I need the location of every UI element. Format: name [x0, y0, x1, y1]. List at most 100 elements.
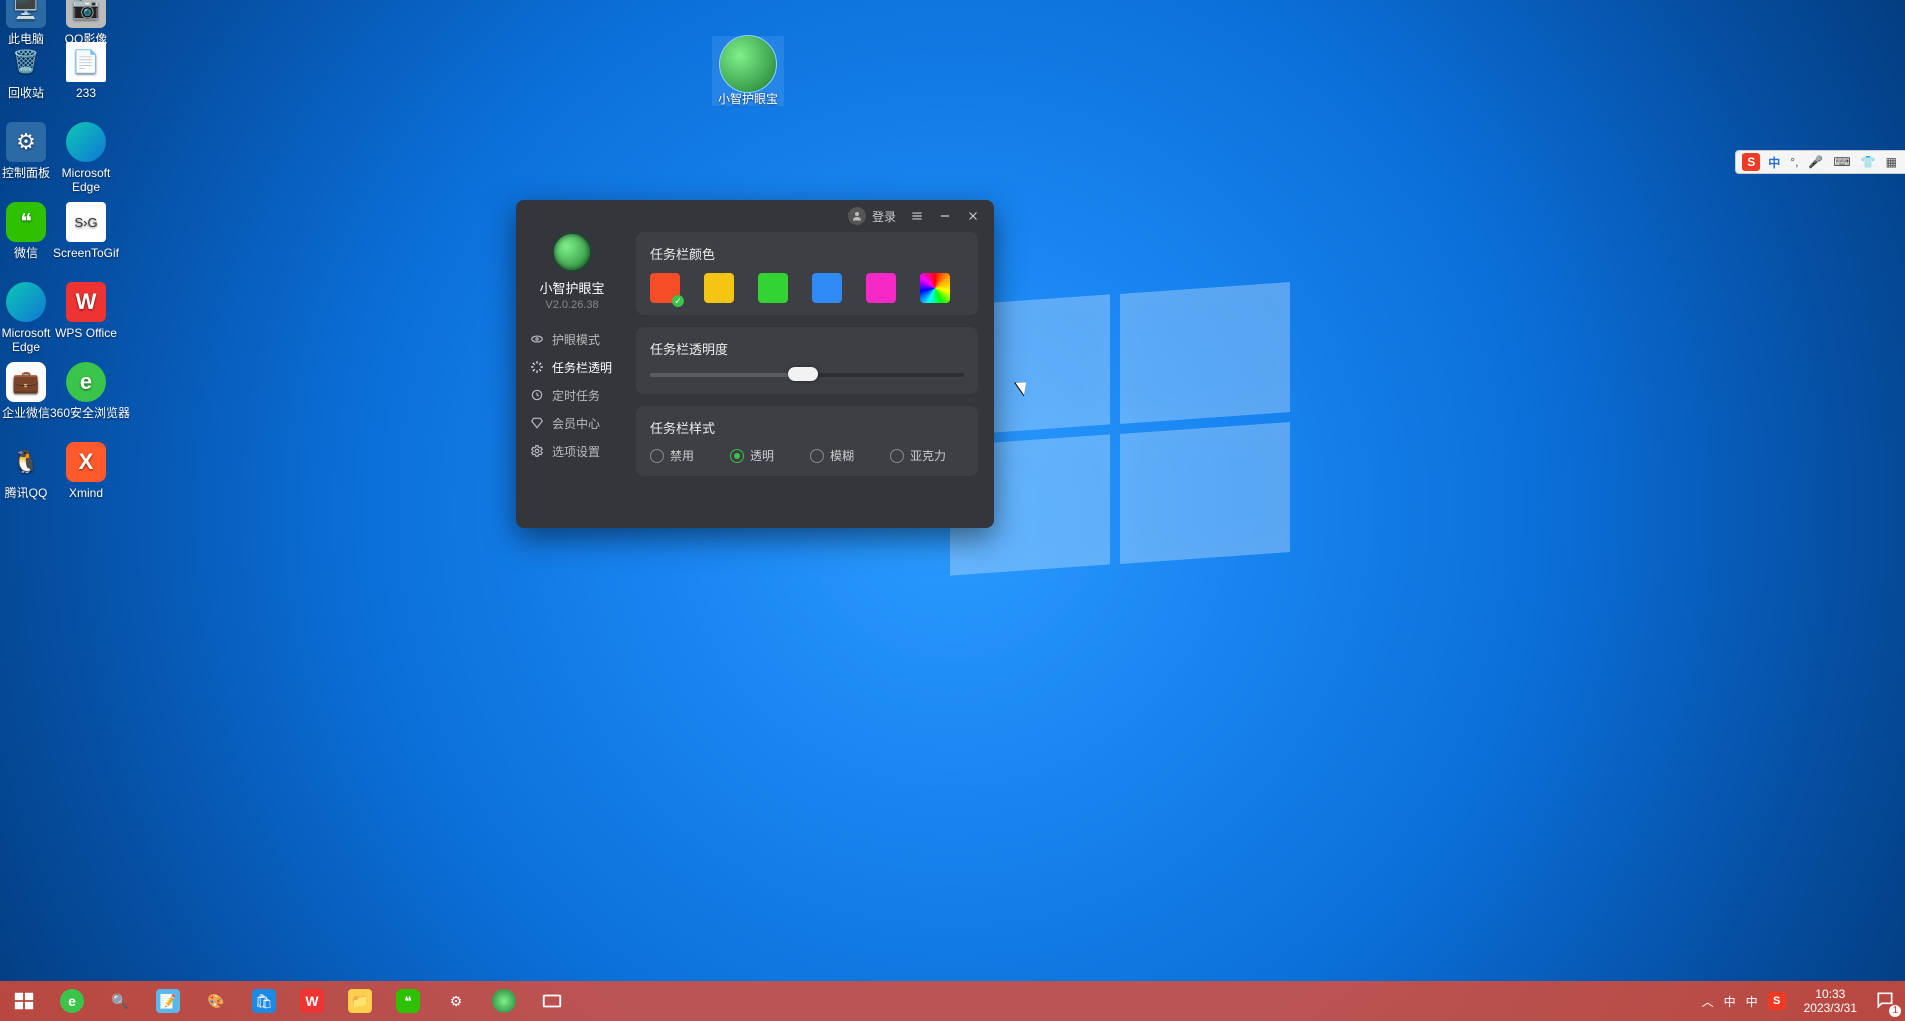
radio-dot-icon: [730, 449, 744, 463]
app-sidebar: 小智护眼宝 V2.0.26.38 护眼模式 任务栏透明 定时任务 会员中心 选项…: [516, 232, 628, 528]
taskbar-app-paint[interactable]: 🎨: [192, 981, 240, 1021]
taskbar-app-xiaozhi[interactable]: [480, 981, 528, 1021]
icon-label: WPS Office: [50, 326, 122, 340]
notification-count: 1: [1889, 1005, 1901, 1017]
taskbar-app-explorer[interactable]: 📁: [336, 981, 384, 1021]
slider-thumb[interactable]: [788, 367, 818, 381]
user-icon: [848, 207, 866, 225]
check-icon: ✓: [672, 295, 684, 307]
taskbar[interactable]: e 🔍 📝 🎨 🛍 W 📁 ❝ ⚙ ︿ 中 中 S 10:33 2023/3/3…: [0, 981, 1905, 1021]
icon-label: 小智护眼宝: [712, 92, 784, 106]
tray-chevron-up-icon[interactable]: ︿: [1702, 993, 1714, 1010]
radio-dot-icon: [650, 449, 664, 463]
action-center-button[interactable]: 1: [1865, 981, 1905, 1021]
radio-dot-icon: [810, 449, 824, 463]
icon-label: 233: [50, 86, 122, 100]
panel-title: 任务栏颜色: [650, 244, 964, 263]
app-window-xiaozhi[interactable]: 登录 小智护眼宝 V2.0.26.38 护眼模式 任务栏透明: [516, 200, 994, 528]
close-icon[interactable]: [966, 209, 980, 223]
nav-settings[interactable]: 选项设置: [516, 437, 628, 465]
nav-timer[interactable]: 定时任务: [516, 381, 628, 409]
taskbar-app-settings[interactable]: ⚙: [432, 981, 480, 1021]
color-swatch-blue[interactable]: [812, 273, 842, 303]
color-swatch-custom[interactable]: [920, 273, 950, 303]
desktop-icon-qq-image[interactable]: 📷 QQ影像: [50, 0, 122, 46]
nav-eye-mode[interactable]: 护眼模式: [516, 325, 628, 353]
clock-icon: [530, 388, 544, 402]
icon-label: ScreenToGif: [50, 246, 122, 260]
radio-acrylic[interactable]: 亚克力: [890, 447, 946, 464]
taskbar-app-taskview[interactable]: [528, 981, 576, 1021]
desktop-icon-wps[interactable]: W WPS Office: [50, 282, 122, 340]
nav-taskbar-transparent[interactable]: 任务栏透明: [516, 353, 628, 381]
desktop-icon-screentogif[interactable]: S›G ScreenToGif: [50, 202, 122, 260]
nav-label: 护眼模式: [552, 331, 600, 348]
color-swatch-yellow[interactable]: [704, 273, 734, 303]
panel-taskbar-opacity: 任务栏透明度: [636, 327, 978, 394]
ime-lang-button[interactable]: 中: [1766, 154, 1782, 171]
start-button[interactable]: [0, 981, 48, 1021]
tray-ime-lang[interactable]: 中: [1724, 993, 1736, 1010]
taskbar-clock[interactable]: 10:33 2023/3/31: [1796, 987, 1865, 1015]
panel-title: 任务栏透明度: [650, 339, 964, 358]
diamond-icon: [530, 416, 544, 430]
taskbar-app-360[interactable]: e: [48, 981, 96, 1021]
ime-keyboard-icon[interactable]: ⌨: [1831, 155, 1852, 169]
hamburger-menu-icon[interactable]: [910, 209, 924, 223]
desktop-icon-edge[interactable]: Microsoft Edge: [50, 122, 122, 194]
panel-taskbar-color: 任务栏颜色 ✓: [636, 232, 978, 315]
desktop-icon-xmind[interactable]: X Xmind: [50, 442, 122, 500]
radio-label: 禁用: [670, 447, 694, 464]
taskbar-app-search[interactable]: 🔍: [96, 981, 144, 1021]
tray-ime-text-icon[interactable]: 中: [1746, 993, 1758, 1010]
radio-label: 模糊: [830, 447, 854, 464]
sparkle-icon: [530, 360, 544, 374]
gear-icon: [530, 444, 544, 458]
opacity-slider[interactable]: [650, 368, 964, 382]
app-name: 小智护眼宝: [539, 278, 604, 297]
nav-member[interactable]: 会员中心: [516, 409, 628, 437]
icon-label: Microsoft Edge: [50, 166, 122, 194]
titlebar[interactable]: 登录: [516, 200, 994, 232]
tray-sogou-icon[interactable]: S: [1768, 992, 1786, 1010]
ime-skin-icon[interactable]: 👕: [1859, 155, 1878, 169]
color-swatch-green[interactable]: [758, 273, 788, 303]
nav-label: 选项设置: [552, 443, 600, 460]
taskbar-app-notepad[interactable]: 📝: [144, 981, 192, 1021]
ime-toolbox-icon[interactable]: ▦: [1884, 155, 1899, 169]
app-logo-icon: [552, 232, 592, 272]
icon-label: 360安全浏览器: [50, 406, 122, 420]
nav-label: 定时任务: [552, 387, 600, 404]
desktop-icon-360-browser[interactable]: e 360安全浏览器: [50, 362, 122, 420]
taskbar-app-wps[interactable]: W: [288, 981, 336, 1021]
system-tray[interactable]: ︿ 中 中 S: [1692, 992, 1796, 1010]
login-label: 登录: [872, 208, 896, 225]
clock-time: 10:33: [1804, 987, 1857, 1001]
taskbar-app-wechat[interactable]: ❝: [384, 981, 432, 1021]
desktop-icon-text-file[interactable]: 📄 233: [50, 42, 122, 100]
desktop-icon-xiaozhi-app[interactable]: 小智护眼宝: [712, 36, 784, 106]
radio-blur[interactable]: 模糊: [810, 447, 854, 464]
radio-disable[interactable]: 禁用: [650, 447, 694, 464]
minimize-icon[interactable]: [938, 209, 952, 223]
sogou-logo-icon[interactable]: S: [1742, 153, 1760, 171]
app-content: 任务栏颜色 ✓ 任务栏透明度: [628, 232, 994, 528]
taskbar-app-store[interactable]: 🛍: [240, 981, 288, 1021]
ime-punct-icon[interactable]: °,: [1788, 155, 1800, 169]
login-button[interactable]: 登录: [848, 207, 896, 225]
radio-label: 亚克力: [910, 447, 946, 464]
radio-transparent[interactable]: 透明: [730, 447, 774, 464]
ime-toolbar[interactable]: S 中 °, 🎤 ⌨ 👕 ▦: [1735, 150, 1905, 174]
app-version: V2.0.26.38: [545, 299, 598, 311]
color-swatch-red[interactable]: ✓: [650, 273, 680, 303]
nav-label: 任务栏透明: [552, 359, 612, 376]
panel-taskbar-style: 任务栏样式 禁用 透明 模糊: [636, 406, 978, 476]
eye-icon: [530, 332, 544, 346]
icon-label: Xmind: [50, 486, 122, 500]
panel-title: 任务栏样式: [650, 418, 964, 437]
radio-label: 透明: [750, 447, 774, 464]
color-swatch-magenta[interactable]: [866, 273, 896, 303]
clock-date: 2023/3/31: [1804, 1001, 1857, 1015]
radio-dot-icon: [890, 449, 904, 463]
ime-mic-icon[interactable]: 🎤: [1806, 155, 1825, 169]
